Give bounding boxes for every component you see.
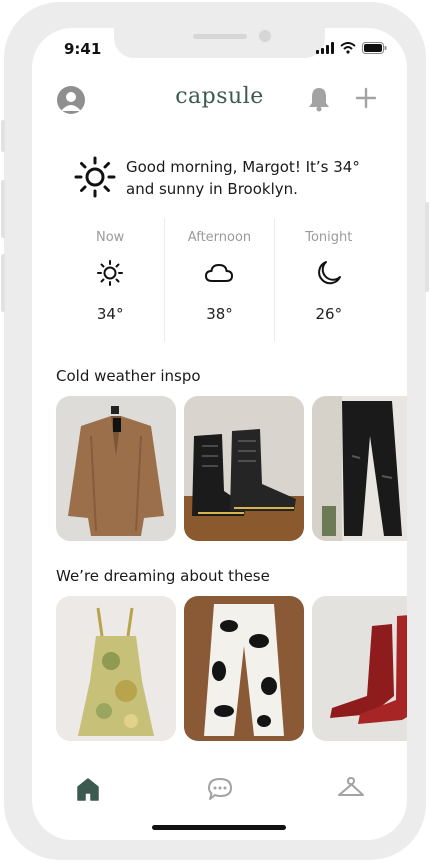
- notch: [114, 28, 325, 58]
- product-card[interactable]: [312, 396, 407, 541]
- status-time: 9:41: [64, 40, 102, 58]
- greeting: Good morning, Margot! It’s 34° and sunny…: [74, 156, 374, 200]
- tab-closet[interactable]: [336, 776, 366, 806]
- carousel-dreaming[interactable]: [56, 596, 407, 741]
- section-title-dreaming: We’re dreaming about these: [56, 567, 270, 585]
- product-card[interactable]: [56, 396, 176, 541]
- dress-image: [56, 596, 176, 741]
- camera: [259, 30, 271, 42]
- carousel-cold-weather[interactable]: [56, 396, 407, 541]
- product-card[interactable]: [56, 596, 176, 741]
- bell-icon: [309, 88, 329, 112]
- section-title-cold-weather: Cold weather inspo: [56, 367, 201, 385]
- red-boots-image: [312, 596, 407, 741]
- home-icon: [77, 778, 99, 801]
- coat-image: [56, 396, 176, 541]
- moon-icon: [317, 261, 341, 285]
- side-button: [1, 120, 5, 152]
- power-button: [425, 202, 429, 292]
- forecast: Now 34° Afternoon 38° Tonight 26°: [56, 218, 383, 342]
- cloud-icon: [205, 264, 234, 282]
- battery-icon: [362, 42, 387, 54]
- boots-image: [184, 396, 304, 541]
- status-icons: [316, 42, 387, 54]
- home-indicator: [152, 825, 286, 830]
- forecast-temp: 38°: [206, 305, 233, 323]
- tab-chat[interactable]: [206, 776, 234, 806]
- forecast-temp: 34°: [96, 305, 124, 323]
- chat-icon: [208, 778, 232, 800]
- forecast-label: Afternoon: [187, 230, 252, 245]
- forecast-now: Now 34°: [56, 218, 164, 342]
- forecast-label: Tonight: [305, 230, 353, 245]
- plus-icon: [355, 87, 377, 109]
- leather-pants-image: [312, 396, 407, 541]
- tab-home[interactable]: [75, 776, 101, 806]
- wifi-icon: [340, 42, 356, 54]
- product-card[interactable]: [184, 396, 304, 541]
- tab-bar: [32, 776, 407, 816]
- cow-print-pants-image: [184, 596, 304, 741]
- sun-icon: [74, 156, 116, 198]
- screen: 9:41 capsule Good morning, Margot! It’s …: [32, 28, 407, 840]
- greeting-text: Good morning, Margot! It’s 34° and sunny…: [126, 158, 360, 198]
- add-button[interactable]: [354, 86, 378, 114]
- volume-up-button: [1, 180, 5, 238]
- forecast-temp: 26°: [315, 305, 343, 323]
- phone-frame: 9:41 capsule Good morning, Margot! It’s …: [1, 2, 429, 860]
- header: capsule: [32, 82, 407, 122]
- volume-down-button: [1, 254, 5, 312]
- app-logo: capsule: [175, 84, 264, 109]
- forecast-tonight: Tonight 26°: [273, 218, 383, 342]
- hanger-icon: [338, 777, 364, 796]
- signal-icon: [316, 42, 334, 54]
- product-card[interactable]: [184, 596, 304, 741]
- forecast-label: Now: [96, 230, 125, 245]
- sun-icon: [97, 260, 124, 286]
- forecast-afternoon: Afternoon 38°: [164, 218, 273, 342]
- product-card[interactable]: [312, 596, 407, 741]
- speaker: [193, 34, 247, 39]
- notifications-button[interactable]: [307, 86, 331, 116]
